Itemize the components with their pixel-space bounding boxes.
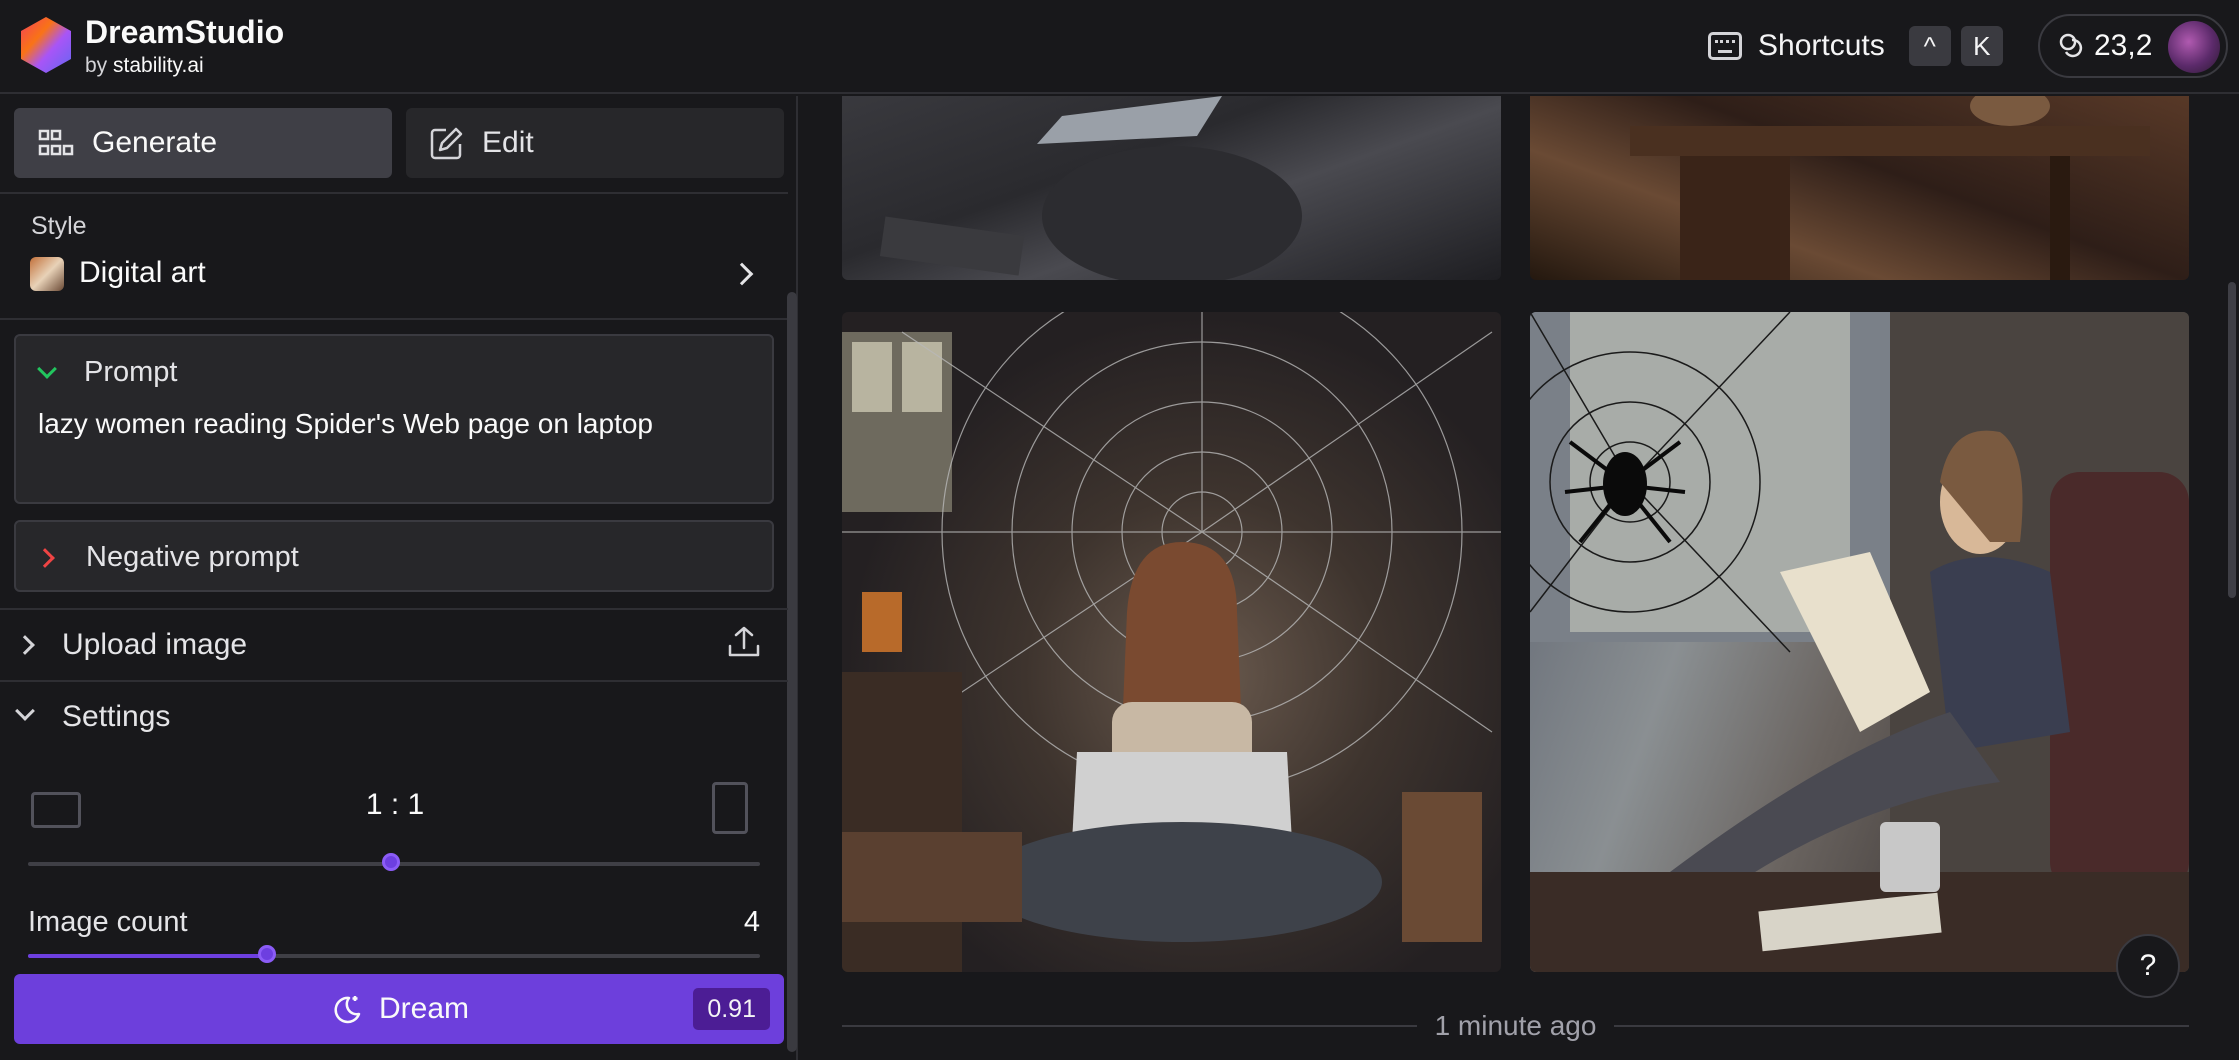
panel-scrollbar[interactable] bbox=[787, 292, 797, 1052]
gallery-scrollbar[interactable] bbox=[2228, 282, 2236, 598]
upload-icon[interactable] bbox=[726, 624, 762, 660]
chevron-right-icon bbox=[35, 547, 55, 568]
divider bbox=[0, 192, 788, 194]
chevron-right-icon bbox=[15, 635, 35, 655]
tab-edit[interactable]: Edit bbox=[406, 108, 784, 178]
settings-row[interactable]: Settings bbox=[0, 682, 788, 752]
style-thumbnail bbox=[30, 257, 64, 291]
prompt-label: Prompt bbox=[84, 356, 178, 388]
style-value: Digital art bbox=[79, 256, 206, 289]
shortcut-key-k: K bbox=[1960, 26, 2003, 66]
keyboard-icon bbox=[1708, 32, 1742, 60]
aspect-ratio-value: 1 : 1 bbox=[365, 788, 425, 821]
woman-reading-spider-illustration bbox=[1530, 312, 2189, 972]
shortcuts-label: Shortcuts bbox=[1758, 29, 1885, 62]
prompt-header[interactable]: Prompt bbox=[36, 356, 177, 389]
generated-image[interactable] bbox=[1530, 312, 2189, 972]
laptop-scene-illustration bbox=[879, 96, 1302, 280]
generated-image[interactable] bbox=[1530, 96, 2189, 280]
separator-line bbox=[1614, 1025, 2190, 1027]
dreamstudio-logo-icon[interactable] bbox=[16, 15, 76, 75]
woman-laptop-web-illustration bbox=[842, 312, 1501, 972]
shortcuts-button[interactable]: Shortcuts ^ K bbox=[1708, 24, 2013, 68]
timestamp-separator: 1 minute ago bbox=[842, 1006, 2190, 1046]
help-button[interactable]: ? bbox=[2116, 934, 2180, 998]
dream-label: Dream bbox=[378, 992, 469, 1025]
image-count-slider-fill bbox=[28, 954, 270, 958]
dream-button[interactable]: Dream 0.91 bbox=[14, 974, 784, 1044]
tab-generate[interactable]: Generate bbox=[14, 108, 392, 178]
image-count-slider-thumb[interactable] bbox=[257, 945, 276, 963]
upload-image-row[interactable]: Upload image bbox=[0, 610, 788, 680]
upload-image-label: Upload image bbox=[62, 628, 248, 661]
chevron-down-icon bbox=[37, 358, 57, 379]
prompt-input[interactable]: lazy women reading Spider's Web page on … bbox=[38, 408, 653, 440]
style-label: Style bbox=[31, 212, 87, 240]
divider bbox=[0, 318, 788, 320]
style-selector[interactable]: Style Digital art bbox=[0, 196, 788, 318]
portrait-aspect-icon[interactable] bbox=[712, 782, 748, 834]
aspect-ratio-slider-thumb[interactable] bbox=[382, 853, 400, 871]
negative-prompt-label: Negative prompt bbox=[86, 541, 299, 573]
by-prefix: by bbox=[85, 54, 108, 77]
image-gallery: ? 1 minute ago bbox=[800, 96, 2239, 1060]
top-header: DreamStudio by stability.ai Shortcuts ^ … bbox=[0, 0, 2239, 94]
credits-value: 23,2 bbox=[2094, 29, 2153, 62]
landscape-aspect-icon[interactable] bbox=[31, 792, 81, 828]
settings-label: Settings bbox=[62, 700, 171, 733]
generated-image[interactable] bbox=[842, 312, 1501, 972]
separator-line bbox=[842, 1025, 1417, 1027]
credits-button[interactable]: 23,2 bbox=[2038, 14, 2228, 78]
desk-scene-illustration bbox=[1630, 96, 2150, 280]
grid-icon bbox=[38, 129, 74, 156]
credits-coins-icon bbox=[2059, 33, 2083, 58]
shortcut-key-ctrl: ^ bbox=[1908, 26, 1951, 66]
edit-pencil-icon bbox=[430, 127, 463, 160]
negative-prompt-section[interactable]: Negative prompt bbox=[14, 520, 774, 592]
generation-timestamp: 1 minute ago bbox=[1434, 1010, 1597, 1041]
negative-prompt-header[interactable]: Negative prompt bbox=[35, 541, 299, 574]
app-name: DreamStudio bbox=[85, 14, 285, 50]
chevron-right-icon bbox=[730, 262, 754, 286]
generate-panel: Generate Edit Style Digital art Prompt l… bbox=[0, 96, 798, 1060]
moon-stars-icon bbox=[334, 996, 361, 1024]
prompt-section[interactable]: Prompt lazy women reading Spider's Web p… bbox=[14, 334, 774, 504]
by-brand: stability.ai bbox=[113, 54, 204, 77]
image-count-label: Image count bbox=[28, 906, 188, 938]
tab-edit-label: Edit bbox=[482, 126, 534, 159]
image-count-value: 4 bbox=[743, 906, 760, 938]
generated-image[interactable] bbox=[842, 96, 1501, 280]
user-avatar[interactable] bbox=[2168, 21, 2220, 73]
chevron-down-icon bbox=[15, 701, 35, 721]
dream-cost-badge: 0.91 bbox=[693, 988, 770, 1030]
mode-tabs: Generate Edit bbox=[14, 108, 784, 178]
app-by-line: by stability.ai bbox=[85, 54, 204, 78]
tab-generate-label: Generate bbox=[92, 126, 218, 159]
